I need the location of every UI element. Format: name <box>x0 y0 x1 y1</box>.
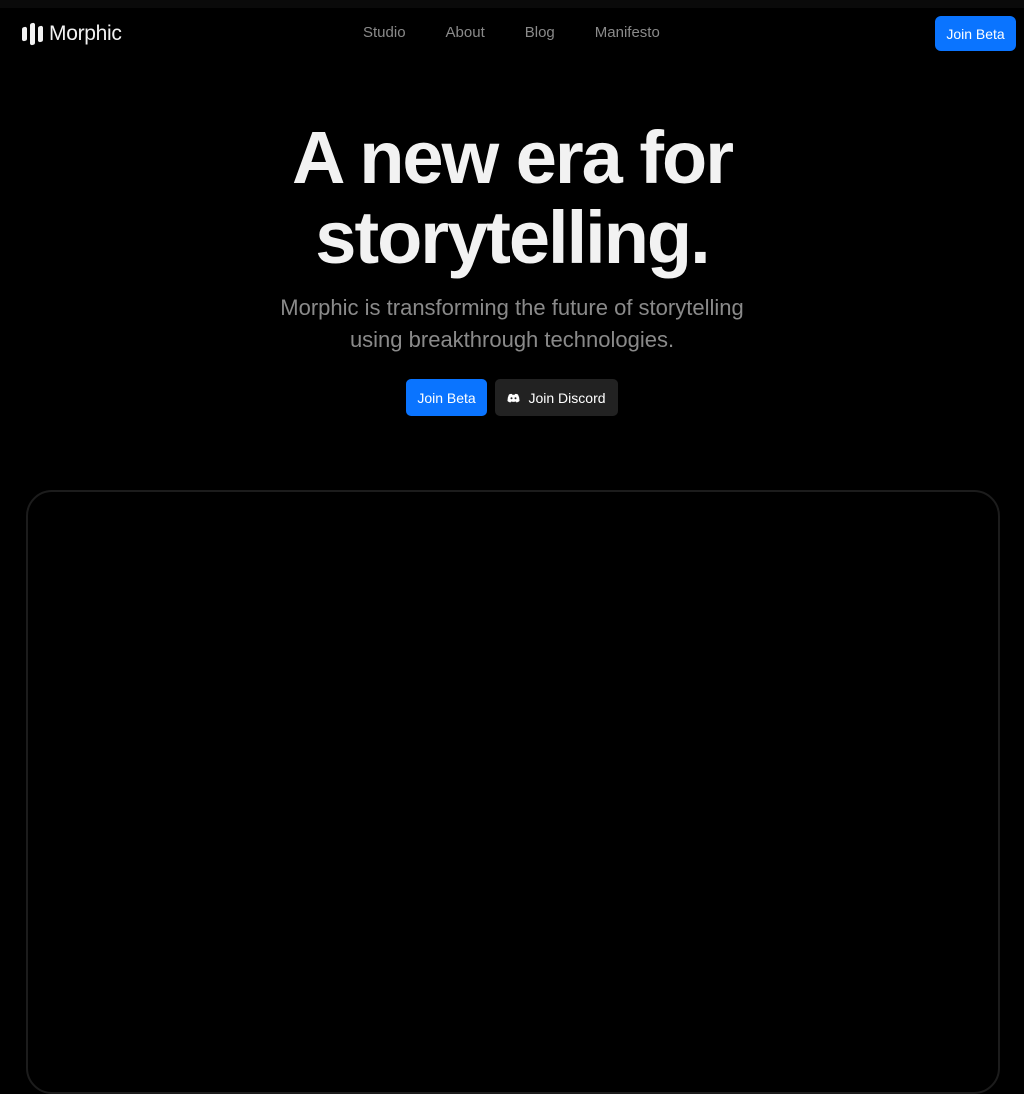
hero-title: A new era for storytelling. <box>0 118 1024 278</box>
hero-join-beta-button[interactable]: Join Beta <box>406 379 487 416</box>
hero-title-line-1: A new era for <box>291 116 734 199</box>
nav-link-about[interactable]: About <box>446 24 485 41</box>
nav-link-studio[interactable]: Studio <box>363 24 406 41</box>
hero-subtitle-line-1: Morphic is transforming the future of st… <box>280 295 744 320</box>
top-strip <box>0 0 1024 8</box>
hero-title-line-2: storytelling. <box>315 196 710 279</box>
navbar: Morphic Studio About Blog Manifesto Join… <box>0 8 1024 60</box>
nav-link-manifesto[interactable]: Manifesto <box>595 24 660 41</box>
join-discord-label: Join Discord <box>528 389 606 406</box>
nav-join-beta-button[interactable]: Join Beta <box>935 16 1016 51</box>
logo-link[interactable]: Morphic <box>22 22 122 46</box>
hero-subtitle: Morphic is transforming the future of st… <box>0 292 1024 356</box>
nav-links: Studio About Blog Manifesto <box>363 24 660 41</box>
hero-subtitle-line-2: using breakthrough technologies. <box>349 327 675 352</box>
discord-icon <box>507 393 520 403</box>
morphic-logo-icon <box>22 22 43 46</box>
nav-link-blog[interactable]: Blog <box>525 24 555 41</box>
media-frame <box>26 490 1000 1094</box>
brand-name: Morphic <box>49 22 122 45</box>
hero-join-discord-button[interactable]: Join Discord <box>495 379 618 416</box>
